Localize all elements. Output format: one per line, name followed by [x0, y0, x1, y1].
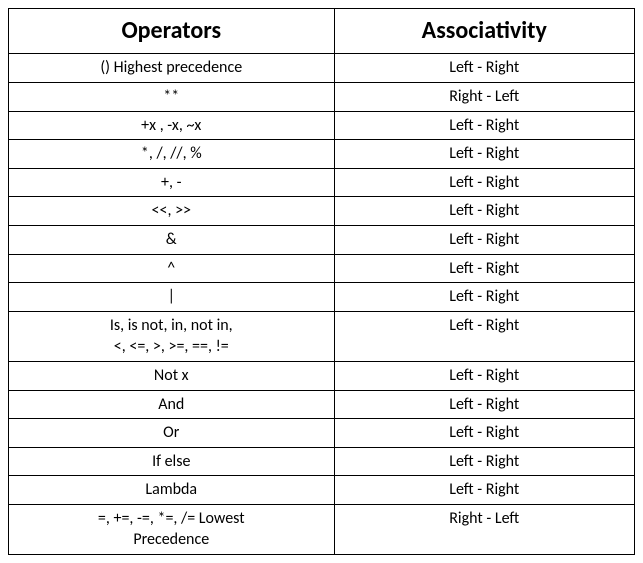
operator-cell: Or [9, 419, 335, 448]
operator-text: () Highest precedence [15, 57, 328, 79]
operator-text: ** [15, 86, 328, 108]
associativity-cell: Left - Right [334, 197, 634, 226]
table-row: <<, >> Left - Right [9, 197, 635, 226]
table-row: Not x Left - Right [9, 361, 635, 390]
operator-text: *, /, //, % [15, 143, 328, 165]
table-row: ^ Left - Right [9, 254, 635, 283]
operator-text: Not x [15, 365, 328, 387]
operator-text: ^ [15, 258, 328, 280]
operator-cell: Is, is not, in, not in,<, <=, >, >=, ==,… [9, 311, 335, 361]
operator-text: Precedence [15, 529, 328, 551]
header-operators: Operators [9, 9, 335, 54]
associativity-cell: Left - Right [334, 311, 634, 361]
operator-text: & [15, 229, 328, 251]
associativity-cell: Left - Right [334, 476, 634, 505]
operator-text: If else [15, 451, 328, 473]
associativity-cell: Left - Right [334, 168, 634, 197]
operator-cell: =, +=, -=, *=, /= LowestPrecedence [9, 504, 335, 554]
table-row: =, +=, -=, *=, /= LowestPrecedenceRight … [9, 504, 635, 554]
operator-cell: ^ [9, 254, 335, 283]
associativity-cell: Right - Left [334, 504, 634, 554]
associativity-cell: Left - Right [334, 140, 634, 169]
operator-cell: *, /, //, % [9, 140, 335, 169]
associativity-cell: Left - Right [334, 447, 634, 476]
associativity-cell: Right - Left [334, 82, 634, 111]
operator-text: Lambda [15, 479, 328, 501]
associativity-cell: Left - Right [334, 419, 634, 448]
operator-text: And [15, 394, 328, 416]
operator-cell: & [9, 225, 335, 254]
associativity-cell: Left - Right [334, 54, 634, 83]
operator-cell: | [9, 283, 335, 312]
table-row: () Highest precedence Left - Right [9, 54, 635, 83]
table-row: Is, is not, in, not in,<, <=, >, >=, ==,… [9, 311, 635, 361]
table-header-row: Operators Associativity [9, 9, 635, 54]
operator-cell: +, - [9, 168, 335, 197]
associativity-cell: Left - Right [334, 361, 634, 390]
table-row: | Left - Right [9, 283, 635, 312]
operator-text: <, <=, >, >=, ==, != [15, 336, 328, 358]
table-row: &Left - Right [9, 225, 635, 254]
associativity-cell: Left - Right [334, 111, 634, 140]
operator-text: +x , -x, ~x [15, 115, 328, 137]
operator-text: Is, is not, in, not in, [15, 315, 328, 337]
table-row: Or Left - Right [9, 419, 635, 448]
operator-text: <<, >> [15, 200, 328, 222]
associativity-cell: Left - Right [334, 254, 634, 283]
table-row: Lambda Left - Right [9, 476, 635, 505]
operator-cell: And [9, 390, 335, 419]
operator-text: Or [15, 422, 328, 444]
table-row: And Left - Right [9, 390, 635, 419]
table-row: ** Right - Left [9, 82, 635, 111]
operator-cell: ** [9, 82, 335, 111]
table-row: +, - Left - Right [9, 168, 635, 197]
associativity-cell: Left - Right [334, 225, 634, 254]
table-row: If else Left - Right [9, 447, 635, 476]
operator-cell: +x , -x, ~x [9, 111, 335, 140]
operator-cell: If else [9, 447, 335, 476]
operator-cell: Lambda [9, 476, 335, 505]
operator-cell: <<, >> [9, 197, 335, 226]
associativity-cell: Left - Right [334, 390, 634, 419]
operator-text: | [15, 286, 328, 308]
operator-text: +, - [15, 172, 328, 194]
operator-cell: () Highest precedence [9, 54, 335, 83]
operator-text: =, +=, -=, *=, /= Lowest [15, 508, 328, 530]
header-associativity: Associativity [334, 9, 634, 54]
table-row: *, /, //, % Left - Right [9, 140, 635, 169]
associativity-cell: Left - Right [334, 283, 634, 312]
table-row: +x , -x, ~x Left - Right [9, 111, 635, 140]
operator-cell: Not x [9, 361, 335, 390]
precedence-table: Operators Associativity () Highest prece… [8, 8, 635, 555]
